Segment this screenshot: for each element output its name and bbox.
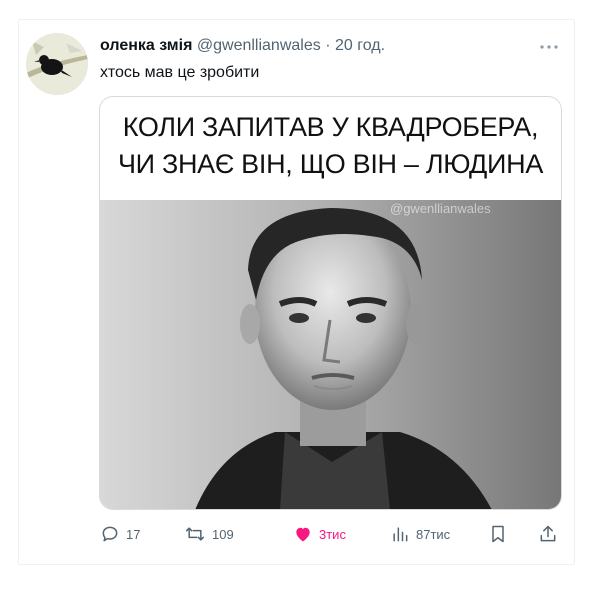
tweet-text: хтось мав це зробити [100,64,260,81]
portrait-photo [100,200,561,509]
like-button[interactable]: 3тис [293,521,346,547]
more-icon[interactable] [539,34,559,55]
reply-count: 17 [126,526,141,542]
share-button[interactable] [538,521,558,547]
header-separator: · [325,37,331,54]
tweet-header: оленка змія @gwenllianwales · 20 год. [100,36,553,56]
author-name[interactable]: оленка змія [100,37,192,54]
bird-avatar-icon [26,33,88,95]
views-count: 87тис [416,526,451,542]
retweet-button[interactable]: 109 [184,521,234,547]
views-button[interactable]: 87тис [390,521,450,547]
bookmark-button[interactable] [488,521,508,547]
tweet-timestamp[interactable]: 20 год. [335,37,385,54]
tweet-media[interactable]: КОЛИ ЗАПИТАВ У КВАДРОБЕРА, ЧИ ЗНАЄ ВІН, … [99,96,562,510]
reply-button[interactable]: 17 [100,521,140,547]
meme-caption-line2: ЧИ ЗНАЄ ВІН, ЩО ВІН – ЛЮДИНА [117,149,544,179]
retweet-count: 109 [212,526,234,542]
meme-caption-line1: КОЛИ ЗАПИТАВ У КВАДРОБЕРА, [122,112,539,142]
meme-caption: КОЛИ ЗАПИТАВ У КВАДРОБЕРА, ЧИ ЗНАЄ ВІН, … [100,109,561,183]
views-chart-icon [393,527,408,542]
retweet-icon [185,527,205,541]
heart-icon [296,527,310,542]
avatar[interactable] [26,33,88,95]
reply-icon [102,526,118,542]
author-handle[interactable]: @gwenllianwales [197,37,321,54]
like-count: 3тис [319,526,346,542]
image-watermark: @gwenllianwales [390,201,491,216]
share-icon [540,525,556,542]
tweet-action-bar: 17 109 3тис 87тис [100,521,562,547]
bookmark-icon [492,525,504,543]
